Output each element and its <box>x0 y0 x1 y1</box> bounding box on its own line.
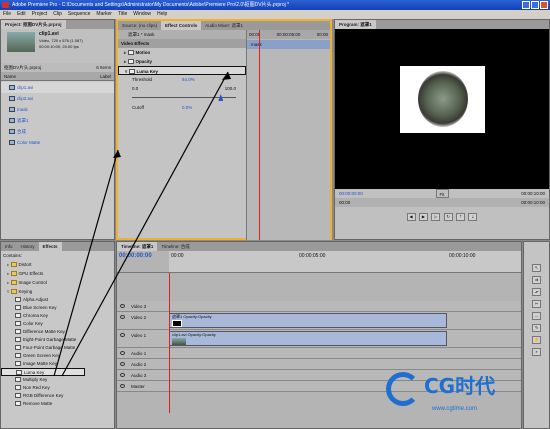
arrowhead <box>113 150 121 158</box>
arrowhead <box>222 72 231 80</box>
watermark-url: www.cgtime.com <box>432 406 478 412</box>
arrow-line-secondary <box>53 149 119 377</box>
arrow-line-to-luma-key <box>61 71 229 377</box>
annotation-arrows <box>53 71 231 377</box>
cg-logo-icon <box>386 372 420 406</box>
watermark: CG时代 www.cgtime.com <box>386 368 526 426</box>
watermark-brand: CG时代 <box>424 374 496 398</box>
